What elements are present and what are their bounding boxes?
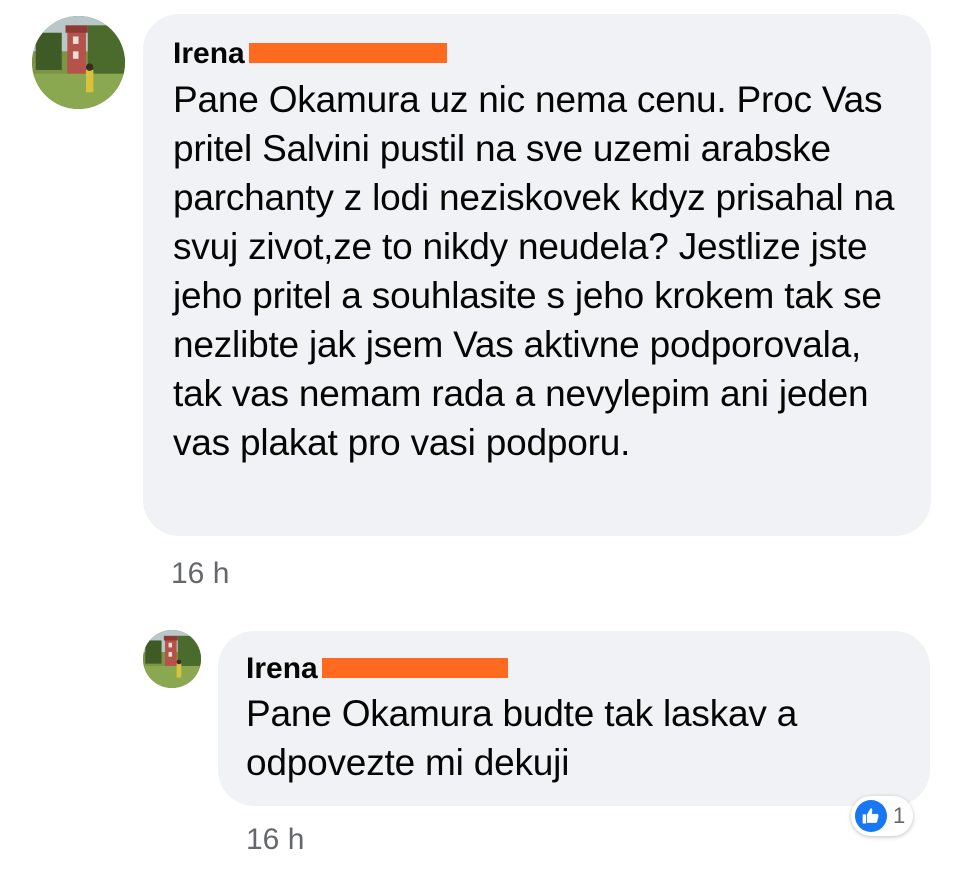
reply-timestamp[interactable]: 16 h [246, 822, 304, 858]
reply-text: Pane Okamura budte tak laskav a odpovezt… [246, 693, 798, 783]
comment-timestamp[interactable]: 16 h [171, 556, 229, 592]
reply-author-name[interactable]: Irena [246, 651, 318, 687]
reaction-count: 1 [893, 803, 906, 828]
comment-text: Pane Okamura uz nic nema cenu. Proc Vas … [173, 79, 895, 463]
reply-author[interactable]: Irena [246, 651, 902, 687]
redaction-bar [321, 658, 508, 678]
author-name[interactable]: Irena [173, 36, 245, 72]
like-icon [855, 800, 887, 832]
reply-bubble: Irena Pane Okamura budte tak laskav a od… [218, 631, 930, 806]
comment-author[interactable]: Irena [173, 36, 901, 72]
commenter-avatar[interactable] [32, 16, 125, 109]
reply-avatar[interactable] [143, 630, 201, 688]
comment-bubble: Irena Pane Okamura uz nic nema cenu. Pro… [143, 14, 931, 536]
reaction-summary[interactable]: 1 [851, 796, 914, 836]
redaction-bar [248, 43, 447, 63]
